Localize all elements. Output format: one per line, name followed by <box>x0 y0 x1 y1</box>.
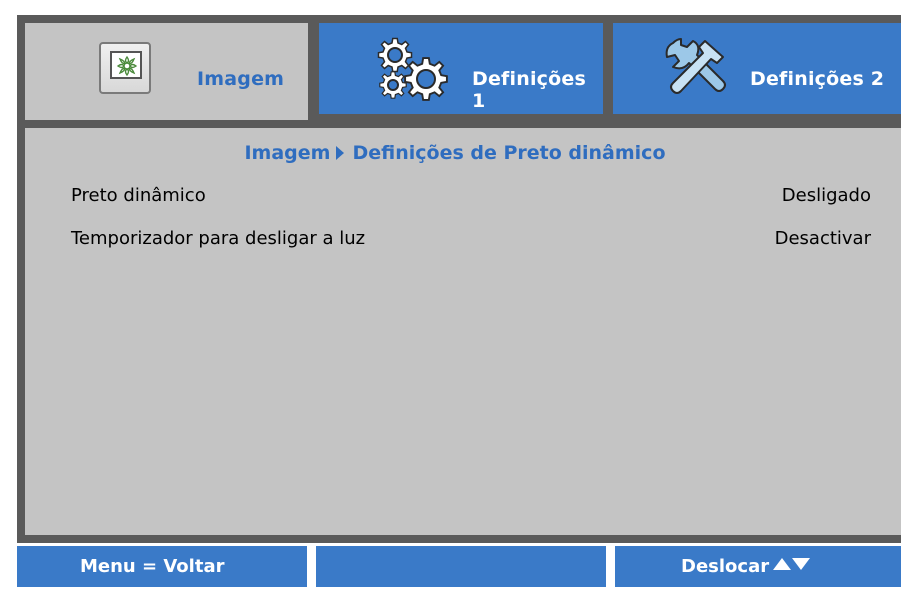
tab-definicoes-1-label: Definições 1 <box>472 68 586 112</box>
gears-icon <box>377 37 448 101</box>
tab-imagem-label: Imagem <box>197 68 285 90</box>
tab-imagem[interactable]: Imagem <box>17 15 316 128</box>
tab-definicoes-2-label: Definições 2 <box>750 68 885 90</box>
setting-label: Preto dinâmico <box>71 185 206 206</box>
settings-panel: Imagem Definições de Preto dinâmico Preto… <box>17 120 901 543</box>
footer-scroll-label: Deslocar <box>681 556 770 577</box>
tab-definicoes-2[interactable]: Definições 2 <box>605 15 901 122</box>
setting-value[interactable]: Desligado <box>782 185 871 206</box>
footer-back-hint: Menu = Voltar <box>17 546 307 587</box>
breadcrumb-arrow-icon <box>336 146 345 160</box>
picture-icon <box>99 42 151 94</box>
breadcrumb-current: Definições de Preto dinâmico <box>352 142 666 164</box>
arrow-down-icon <box>792 558 811 570</box>
breadcrumb: Imagem Definições de Preto dinâmico <box>25 142 885 164</box>
breadcrumb-parent: Imagem <box>244 142 331 164</box>
setting-label: Temporizador para desligar a luz <box>71 228 366 249</box>
osd-menu: Imagem Definições 1 Definições 2 Imagem … <box>0 0 901 599</box>
panel-top-border <box>324 120 901 128</box>
tab-definicoes-1[interactable]: Definições 1 <box>311 15 611 122</box>
setting-row-preto-dinamico[interactable]: Preto dinâmico Desligado <box>71 185 871 215</box>
footer-back-label: Menu = Voltar <box>80 556 225 577</box>
footer-middle <box>316 546 606 587</box>
footer-scroll-hint: Deslocar <box>615 546 901 587</box>
setting-value[interactable]: Desactivar <box>775 228 871 249</box>
tools-icon <box>665 38 726 94</box>
arrow-up-icon <box>773 558 792 570</box>
footer-scroll-text: Deslocar <box>681 556 811 577</box>
setting-row-temporizador[interactable]: Temporizador para desligar a luz Desacti… <box>71 228 871 258</box>
